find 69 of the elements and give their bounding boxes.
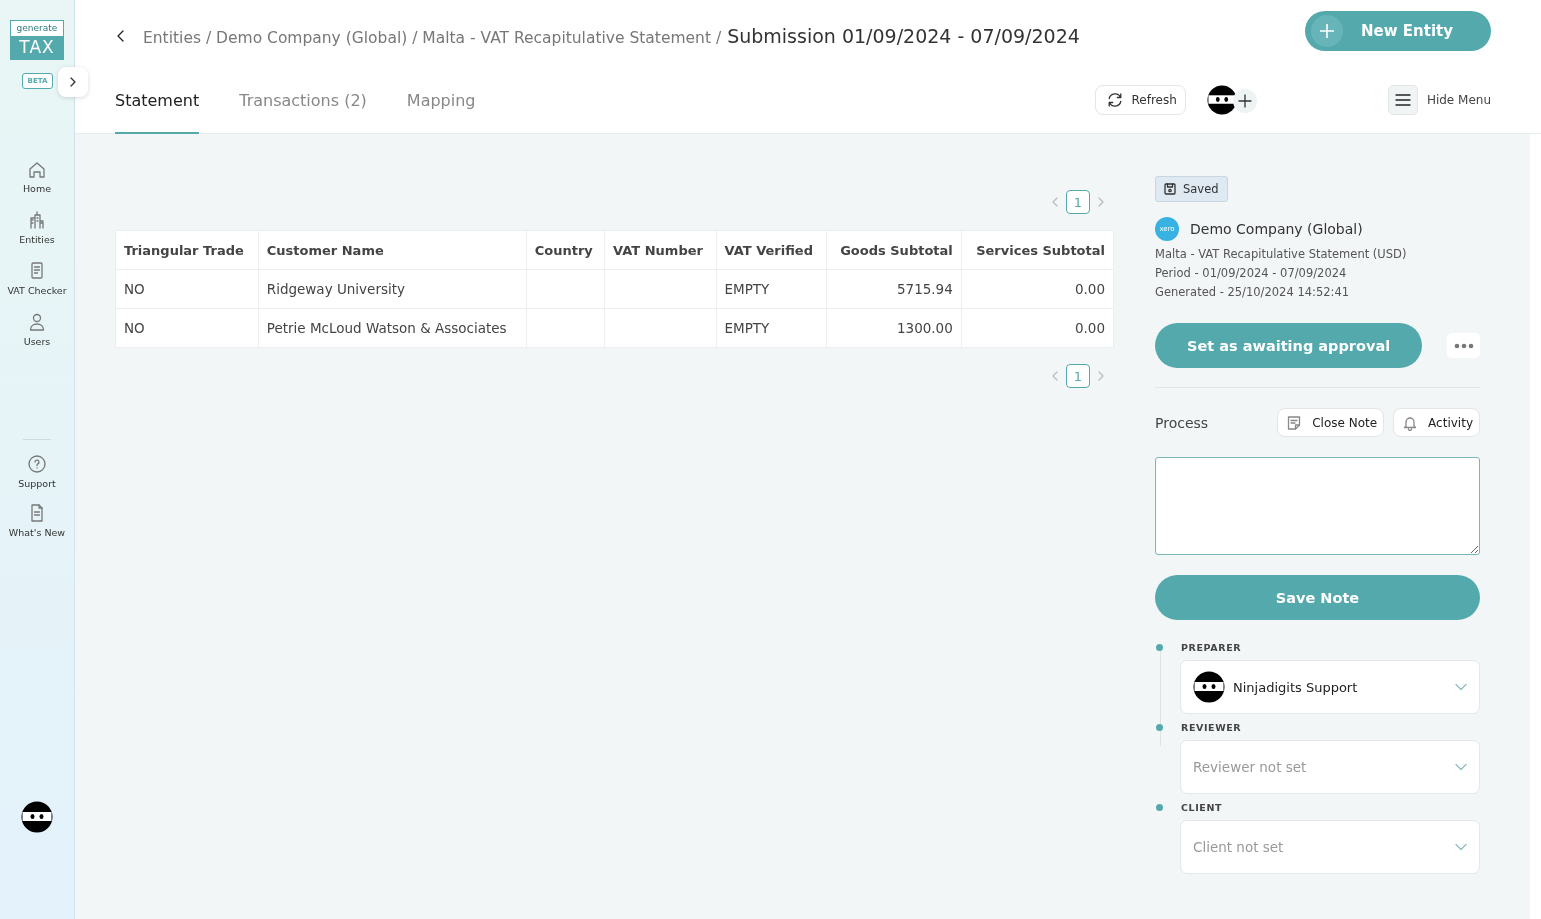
chevron-left-icon <box>1050 196 1060 208</box>
user-avatar <box>21 801 53 833</box>
more-icon <box>1453 342 1474 349</box>
chevron-down-icon <box>1455 683 1467 691</box>
detail-text: Malta - VAT Recapitulative Statement (USD) <box>1155 246 1408 263</box>
close-note-button[interactable]: Close Note <box>1277 408 1385 437</box>
tab[interactable]: Mapping <box>406 91 476 134</box>
refresh-button[interactable]: Refresh <box>1094 85 1186 115</box>
user-avatar <box>1193 671 1225 703</box>
plus-icon <box>1237 94 1252 108</box>
chevron-right-icon <box>1096 196 1106 208</box>
timeline-dot <box>1156 644 1163 651</box>
nav-item[interactable]: Support <box>5 453 69 491</box>
detail-text: Period - 01/09/2024 - 07/09/2024 <box>1155 265 1348 282</box>
table-cell: Petrie McLoud Watson & Associates <box>258 308 527 348</box>
logo-text: generate <box>15 22 59 35</box>
table-cell: 5715.94 <box>826 269 962 309</box>
timeline-dot <box>1156 724 1163 731</box>
plus-icon <box>1311 15 1343 47</box>
column-header: Country <box>526 230 605 270</box>
table-cell: EMPTY <box>716 308 827 348</box>
bell-icon <box>1402 414 1419 431</box>
role-label: CLIENT <box>1181 802 1223 813</box>
column-header: Customer Name <box>258 230 527 270</box>
column-header: VAT Number <box>604 230 717 270</box>
chevron-down-icon <box>1455 763 1467 771</box>
column-header: Services Subtotal <box>961 230 1114 270</box>
table-cell: NO <box>115 308 259 348</box>
chevron-right-icon <box>1096 370 1106 382</box>
tab[interactable]: Transactions (2) <box>239 91 367 134</box>
timeline-dot <box>1156 804 1163 811</box>
saved-badge: Saved <box>1155 176 1228 202</box>
table-cell: 0.00 <box>961 269 1114 309</box>
more-button[interactable] <box>1447 333 1480 358</box>
note-icon <box>1286 414 1303 431</box>
column-header: Goods Subtotal <box>826 230 962 270</box>
table-cell: NO <box>115 269 259 309</box>
column-header: VAT Verified <box>716 230 827 270</box>
chevron-left-icon <box>1050 370 1060 382</box>
buildings-icon <box>27 210 47 230</box>
hide-menu-label[interactable]: Hide Menu <box>1426 93 1491 107</box>
nav-item[interactable]: What's New <box>5 502 69 540</box>
role-label: REVIEWER <box>1181 722 1242 733</box>
menu-button[interactable] <box>1387 85 1418 115</box>
role-dropdown[interactable]: Ninjadigits Support <box>1180 660 1480 714</box>
note-field[interactable] <box>1155 457 1480 555</box>
company-name: Demo Company (Global) <box>1190 221 1363 237</box>
user-avatar <box>1206 85 1237 115</box>
breadcrumb-path[interactable]: Entities / Demo Company (Global) / Malta - VAT Recapitulative Statement / <box>143 29 722 47</box>
table-cell: 0.00 <box>961 308 1114 348</box>
page-title: Submission 01/09/2024 - 07/09/2024 <box>727 25 1080 47</box>
table-cell: Ridgeway University <box>258 269 527 309</box>
nav-item[interactable]: Home <box>5 159 69 196</box>
detail-text: Generated - 25/10/2024 14:52:41 <box>1155 284 1351 301</box>
add-user-button[interactable] <box>1232 89 1257 113</box>
column-header: Triangular Trade <box>115 230 259 270</box>
table-cell: EMPTY <box>716 269 827 309</box>
question-circle-icon <box>27 453 47 474</box>
table-cell: 1300.00 <box>826 308 962 348</box>
chevron-down-icon <box>1455 843 1467 851</box>
menu-icon <box>1393 92 1412 108</box>
user-icon <box>27 312 47 332</box>
nav-item[interactable]: VAT Checker <box>5 261 69 298</box>
activity-button[interactable]: Activity <box>1393 408 1480 437</box>
nav-item[interactable]: Users <box>5 312 69 349</box>
role-label: PREPARER <box>1181 642 1242 653</box>
logo-text: TAX <box>11 36 63 59</box>
section-title: Process <box>1155 414 1209 431</box>
nav-item[interactable]: Entities <box>5 210 69 247</box>
